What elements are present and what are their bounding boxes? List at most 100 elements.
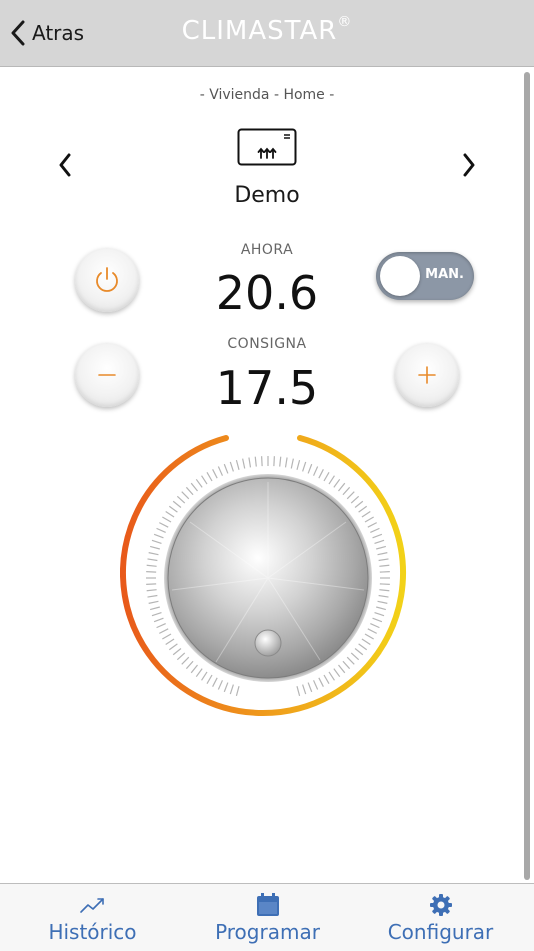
dial-tick xyxy=(165,638,175,645)
dial-tick xyxy=(364,633,374,640)
dial-tick xyxy=(148,600,159,604)
dial-tick xyxy=(159,628,169,634)
dial-tick xyxy=(318,677,324,687)
dial-tick xyxy=(302,461,307,472)
dial-tick xyxy=(378,594,389,598)
dial-tick xyxy=(323,674,330,684)
tab-configurar[interactable]: Configurar xyxy=(368,884,513,951)
dial-tick xyxy=(150,606,160,611)
dial-tick xyxy=(323,472,330,482)
dial-tick xyxy=(378,558,389,562)
dial-tick xyxy=(338,482,346,492)
dial-tick xyxy=(201,671,208,681)
dial-tick xyxy=(370,623,380,629)
dial-tick xyxy=(379,589,390,592)
dial-tick xyxy=(212,469,218,479)
dial-tick xyxy=(190,482,198,492)
dial-tick xyxy=(342,486,351,496)
dial-tick xyxy=(146,571,157,573)
dial-tick xyxy=(153,617,164,623)
device-name: Demo xyxy=(234,183,300,208)
dial-tick xyxy=(296,686,301,696)
dial-tick xyxy=(150,545,160,550)
dial-tick xyxy=(367,628,377,634)
dial-tick xyxy=(185,660,194,670)
dial-tick xyxy=(172,500,182,508)
dial-tick xyxy=(254,456,257,467)
dial-tick xyxy=(358,643,368,651)
dial-tick xyxy=(372,533,383,539)
dial-tick xyxy=(261,456,263,467)
location-label: - Vivienda - Home - xyxy=(199,87,335,103)
header-bar: Atras CLIMASTAR® xyxy=(0,0,534,67)
dial-tick xyxy=(367,522,377,528)
gear-icon xyxy=(429,892,453,918)
dial-tick xyxy=(372,617,383,623)
dial-tick xyxy=(181,656,190,665)
dial-tick xyxy=(364,516,374,523)
tab-historico-label: Histórico xyxy=(48,920,137,944)
dial-tick xyxy=(217,680,223,690)
dial-tick xyxy=(146,583,157,585)
tab-programar-label: Programar xyxy=(215,920,320,944)
dial-tick xyxy=(374,539,385,544)
dial-tick xyxy=(168,505,178,513)
tab-configurar-label: Configurar xyxy=(387,920,494,944)
dial-tick xyxy=(195,478,203,488)
dial-tick xyxy=(147,594,158,598)
dial-tick xyxy=(172,648,182,656)
dial-tick xyxy=(162,633,172,640)
registered-mark: ® xyxy=(337,14,353,30)
dial-tick xyxy=(156,527,166,533)
manual-mode-toggle[interactable]: MAN. xyxy=(376,252,474,300)
dial-tick xyxy=(361,638,371,645)
dial-tick xyxy=(342,660,351,670)
dial-tick xyxy=(151,612,162,617)
dial-tick xyxy=(313,680,319,690)
dial-tick xyxy=(346,491,355,500)
dial-tick xyxy=(148,552,159,556)
app-title-text: CLIMASTAR xyxy=(181,16,338,46)
dial-tick xyxy=(153,533,164,539)
dial-tick xyxy=(358,505,368,513)
dial-tick xyxy=(328,671,335,681)
toggle-label: MAN. xyxy=(425,267,464,282)
calendar-icon xyxy=(256,892,280,918)
previous-device-button[interactable] xyxy=(50,150,80,180)
dial-tick xyxy=(185,486,194,496)
dial-tick xyxy=(229,461,234,472)
temperature-dial[interactable] xyxy=(120,430,416,726)
plus-icon xyxy=(418,366,436,384)
tab-historico[interactable]: Histórico xyxy=(20,884,165,951)
dial-tick xyxy=(379,571,390,573)
dial-indicator xyxy=(254,629,282,657)
dial-tick xyxy=(379,564,390,567)
dial-tick xyxy=(307,682,313,693)
dial-tick xyxy=(146,564,157,567)
dial-tick xyxy=(302,684,307,695)
increase-setpoint-button[interactable] xyxy=(395,343,459,407)
dial-tick xyxy=(361,511,371,518)
dial-tick xyxy=(284,457,288,468)
dial-tick xyxy=(223,463,229,474)
dial-tick xyxy=(307,463,313,474)
dial-tick xyxy=(156,623,166,629)
dial-tick xyxy=(146,589,157,592)
tab-bar: Histórico Programar Configurar xyxy=(0,883,534,951)
dial-tick xyxy=(176,652,186,661)
toggle-knob xyxy=(380,256,420,296)
dial-tick xyxy=(242,458,246,469)
dial-tick xyxy=(206,472,213,482)
dial-tick xyxy=(147,558,158,562)
tab-programar[interactable]: Programar xyxy=(195,884,340,951)
dial-tick xyxy=(354,500,364,508)
dial-tick xyxy=(248,457,252,468)
dial-tick xyxy=(165,511,175,518)
dial-tick xyxy=(212,677,218,687)
dial-tick xyxy=(376,606,386,611)
dial-tick xyxy=(346,656,355,665)
dial-tick xyxy=(350,495,360,504)
next-device-button[interactable] xyxy=(454,150,484,180)
dial-tick xyxy=(229,684,234,695)
dial-tick xyxy=(377,600,388,604)
